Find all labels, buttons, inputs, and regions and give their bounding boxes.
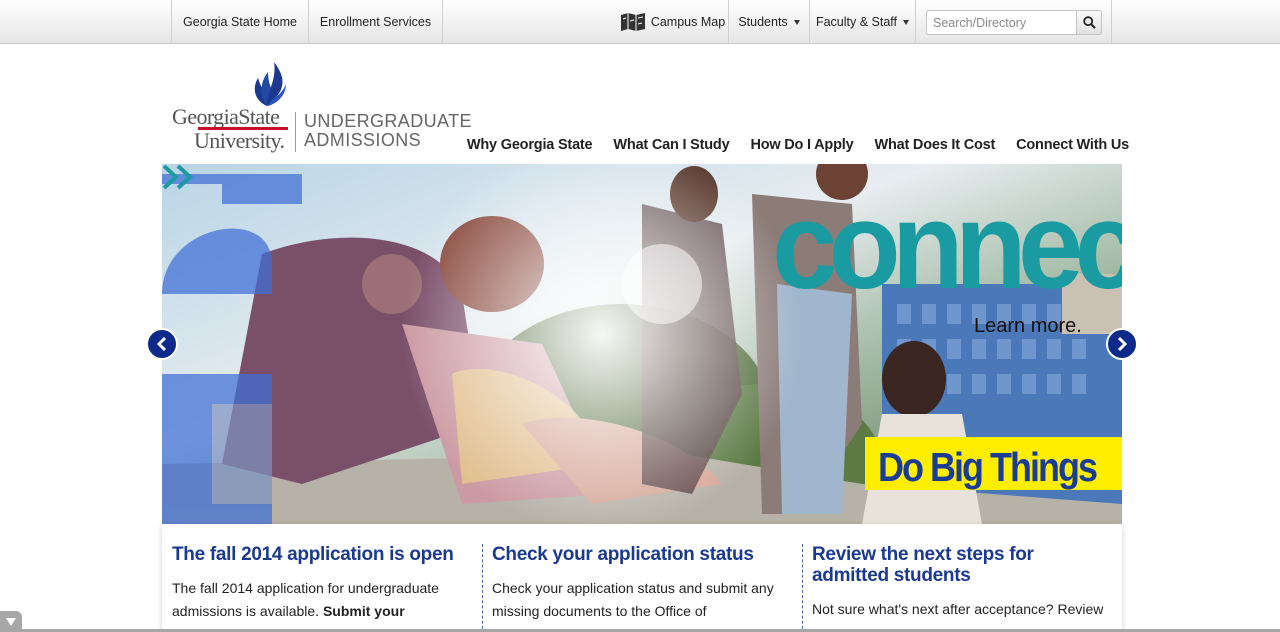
logo-admissions-line2: ADMISSIONS	[304, 130, 422, 150]
nav-what-can-i-study[interactable]: What Can I Study	[613, 137, 729, 153]
feature-column-application: The fall 2014 application is open The fa…	[172, 544, 472, 632]
hero-carousel-slide[interactable]: connect Learn more. Do Big Things	[162, 164, 1122, 524]
triangle-down-icon	[6, 617, 16, 626]
feature-column-next-steps: Review the next steps for admitted stude…	[812, 544, 1112, 621]
utility-bar-inner: Georgia State Home Enrollment Services C…	[171, 0, 1112, 44]
collapse-toggle[interactable]	[0, 611, 22, 632]
hero-headline: connect	[772, 176, 1122, 316]
nav-connect-with-us[interactable]: Connect With Us	[1016, 137, 1129, 153]
chevron-down-icon	[903, 19, 910, 25]
carousel-prev-button[interactable]	[146, 328, 178, 360]
flame-logo-icon	[254, 62, 286, 106]
column-divider	[802, 544, 803, 632]
students-label: Students	[738, 15, 788, 29]
feature-title[interactable]: Review the next steps for admitted stude…	[812, 544, 1112, 586]
enrollment-services-link[interactable]: Enrollment Services	[308, 0, 443, 44]
feature-column-status: Check your application status Check your…	[492, 544, 792, 623]
feature-columns: The fall 2014 application is open The fa…	[162, 524, 1122, 632]
georgia-state-home-link[interactable]: Georgia State Home	[171, 0, 308, 44]
hero-learn-more-link[interactable]: Learn more.	[974, 315, 1082, 338]
feature-text: The fall 2014 application for undergradu…	[172, 577, 472, 632]
nav-how-do-i-apply[interactable]: How Do I Apply	[750, 137, 853, 153]
search-icon	[1082, 16, 1096, 29]
feature-text: Check your application status and submit…	[492, 580, 774, 619]
utility-bar: Georgia State Home Enrollment Services C…	[0, 0, 1280, 44]
logo-divider	[295, 112, 296, 152]
feature-title[interactable]: Check your application status	[492, 544, 792, 565]
nav-why-georgia-state[interactable]: Why Georgia State	[467, 137, 593, 153]
double-chevron-right-icon	[162, 164, 193, 190]
campus-map-link[interactable]: Campus Map	[617, 0, 728, 44]
faculty-staff-label: Faculty & Staff	[815, 15, 898, 29]
campus-map-label: Campus Map	[650, 15, 726, 29]
faculty-staff-menu[interactable]: Faculty & Staff	[809, 0, 915, 44]
feature-title[interactable]: The fall 2014 application is open	[172, 544, 472, 565]
nav-what-does-it-cost[interactable]: What Does It Cost	[874, 137, 995, 153]
search-form	[915, 0, 1112, 44]
gsu-admissions-logo[interactable]: GeorgiaState University. UNDERGRADUATE A…	[172, 60, 472, 158]
hero-tagline: Do Big Things	[878, 444, 1098, 490]
chevron-right-icon	[1117, 336, 1128, 352]
chevron-left-icon	[156, 336, 167, 352]
search-button[interactable]	[1076, 10, 1102, 35]
chevron-down-icon	[793, 19, 800, 25]
students-menu[interactable]: Students	[728, 0, 809, 44]
search-input[interactable]	[926, 10, 1076, 35]
map-icon	[620, 13, 645, 31]
column-divider	[482, 544, 483, 632]
logo-wordmark-line2: University.	[194, 128, 285, 153]
feature-text: Not sure what's next after acceptance? R…	[812, 601, 1104, 617]
carousel-next-button[interactable]	[1106, 328, 1138, 360]
logo-admissions-line1: UNDERGRADUATE	[304, 111, 472, 131]
main-nav: Why Georgia State What Can I Study How D…	[467, 137, 1129, 153]
